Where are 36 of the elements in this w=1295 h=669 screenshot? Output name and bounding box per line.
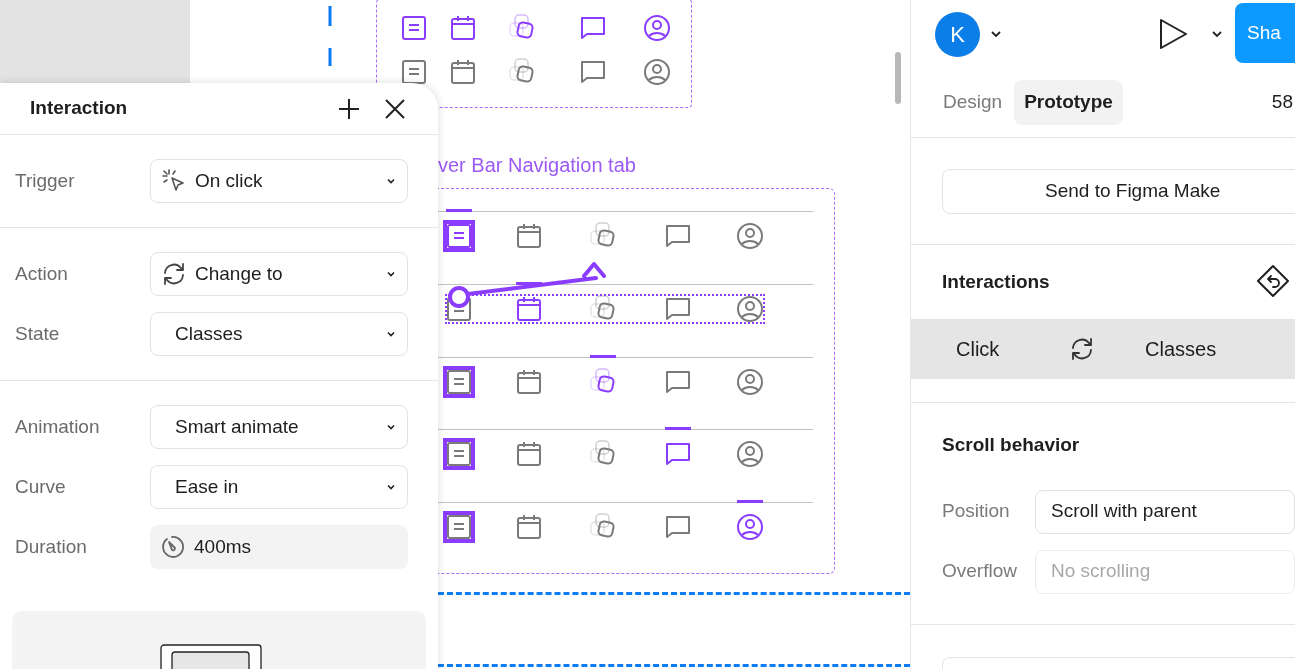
chevron-down-icon — [1211, 28, 1223, 40]
guide-line — [328, 6, 332, 66]
field-label: Animation — [15, 414, 101, 439]
panel-title: Interaction — [30, 96, 129, 121]
user-avatar[interactable]: K — [935, 11, 980, 57]
target-text: Classes — [1145, 337, 1217, 362]
field-label: Duration — [15, 534, 88, 559]
panel-tab[interactable]: Prototype — [1014, 80, 1123, 125]
field-label: Overflow — [942, 559, 1018, 584]
input-field[interactable]: 400ms — [150, 525, 408, 570]
dropdown[interactable]: Classes — [150, 312, 408, 357]
field-label: Curve — [15, 474, 67, 499]
frame-label: ver Bar Navigation tab — [438, 153, 636, 178]
field-label: State — [15, 321, 61, 346]
send-button[interactable]: Send to Figma Make — [942, 168, 1295, 214]
dropdown[interactable]: Scroll with parent — [1035, 489, 1295, 534]
play-icon — [1158, 18, 1188, 50]
refresh-icon — [161, 261, 187, 288]
dropdown[interactable]: Change to — [150, 252, 408, 297]
refresh-icon — [1069, 336, 1095, 362]
chevron-down-icon — [990, 28, 1002, 40]
zoom-level[interactable]: 58 — [1271, 88, 1293, 117]
section-title: Scroll behavior — [942, 433, 1081, 457]
field-label: Action — [15, 261, 69, 286]
timer-icon — [160, 534, 186, 561]
section-title: Interactions — [942, 269, 1051, 294]
dropdown[interactable]: Ease in — [150, 465, 408, 510]
scrollbar[interactable] — [895, 52, 901, 104]
field-label: Trigger — [15, 168, 76, 193]
field-label: Position — [942, 499, 1011, 524]
connection-arrow[interactable] — [448, 262, 606, 308]
dropdown[interactable]: Smart animate — [150, 405, 408, 450]
dropdown[interactable]: On click — [150, 159, 408, 204]
trigger-text: Click — [956, 337, 1001, 362]
interaction-row[interactable]: Click Classes — [911, 319, 1295, 379]
panel-tab[interactable]: Design — [933, 80, 1013, 125]
